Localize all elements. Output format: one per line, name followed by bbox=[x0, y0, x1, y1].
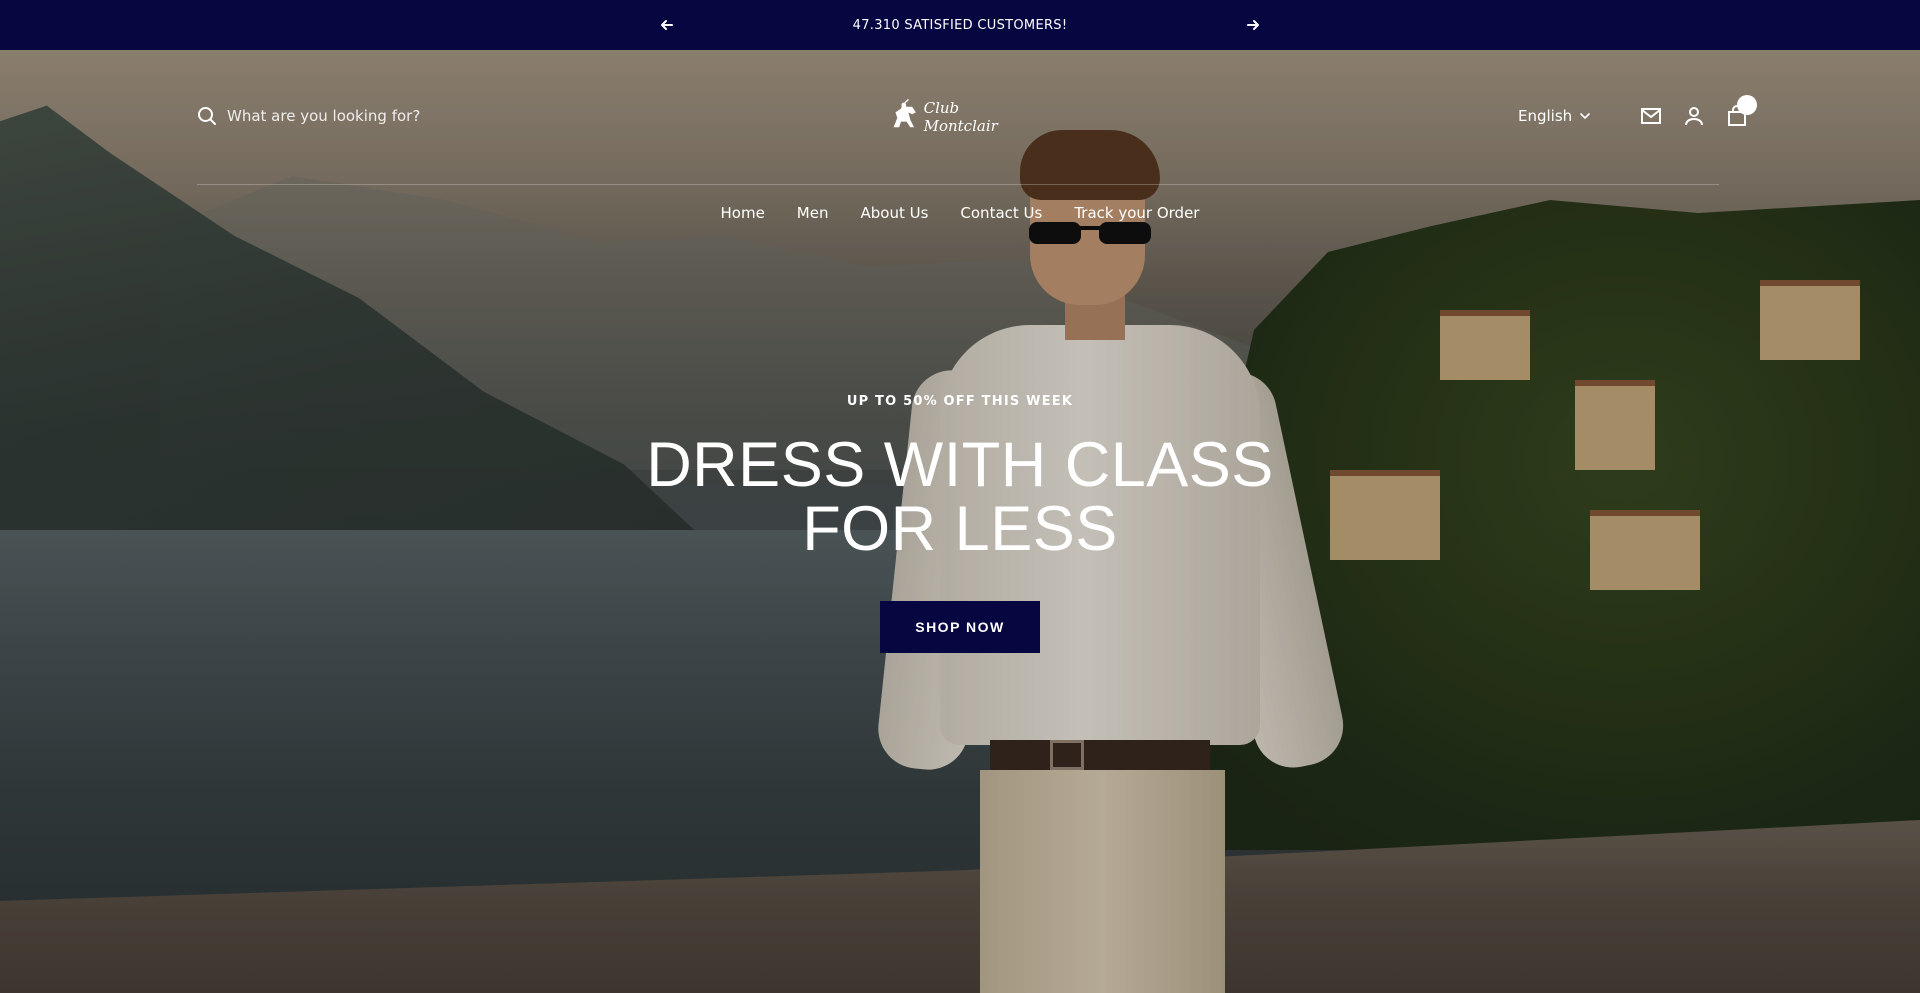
search-icon[interactable] bbox=[197, 106, 217, 126]
hero-headline: DRESS WITH CLASS FOR LESS bbox=[646, 433, 1274, 561]
polo-horse-logo-icon bbox=[893, 98, 916, 128]
hero-eyebrow: UP TO 50% OFF THIS WEEK bbox=[846, 394, 1074, 409]
arrow-right-icon bbox=[1247, 20, 1259, 30]
language-selector[interactable]: English bbox=[1518, 107, 1590, 125]
mail-icon bbox=[1641, 108, 1662, 124]
announcement-bar: 47.310 SATISFIED CUSTOMERS! bbox=[0, 0, 1920, 50]
header-divider bbox=[197, 184, 1719, 185]
brand-logo-text: Club Montclair bbox=[923, 99, 998, 135]
shop-now-button[interactable]: SHOP NOW bbox=[880, 601, 1040, 653]
brand-logo[interactable]: Club Montclair bbox=[888, 96, 1030, 138]
arrow-left-icon bbox=[661, 20, 673, 30]
header-actions: English bbox=[1518, 95, 1758, 128]
nav-item-contact-us[interactable]: Contact Us bbox=[944, 204, 1058, 222]
nav-item-track-order[interactable]: Track your Order bbox=[1058, 204, 1215, 222]
search-bar[interactable] bbox=[197, 104, 487, 128]
nav-item-men[interactable]: Men bbox=[781, 204, 845, 222]
nav-item-about-us[interactable]: About Us bbox=[844, 204, 944, 222]
contact-button[interactable] bbox=[1639, 104, 1663, 128]
chevron-down-icon bbox=[1580, 113, 1590, 120]
hero-content: UP TO 50% OFF THIS WEEK DRESS WITH CLASS… bbox=[0, 394, 1920, 653]
announcement-prev-button[interactable] bbox=[657, 15, 677, 35]
account-icon bbox=[1685, 107, 1704, 126]
announcement-next-button[interactable] bbox=[1243, 15, 1263, 35]
account-button[interactable] bbox=[1682, 104, 1706, 128]
language-label: English bbox=[1518, 107, 1573, 125]
announcement-text: 47.310 SATISFIED CUSTOMERS! bbox=[852, 17, 1068, 33]
main-navigation: Home Men About Us Contact Us Track your … bbox=[0, 204, 1920, 222]
hero-headline-line-2: FOR LESS bbox=[802, 494, 1118, 564]
hero-headline-line-1: DRESS WITH CLASS bbox=[646, 430, 1274, 500]
nav-item-home[interactable]: Home bbox=[705, 204, 781, 222]
cart-button[interactable] bbox=[1725, 95, 1758, 128]
search-input[interactable] bbox=[227, 107, 487, 125]
